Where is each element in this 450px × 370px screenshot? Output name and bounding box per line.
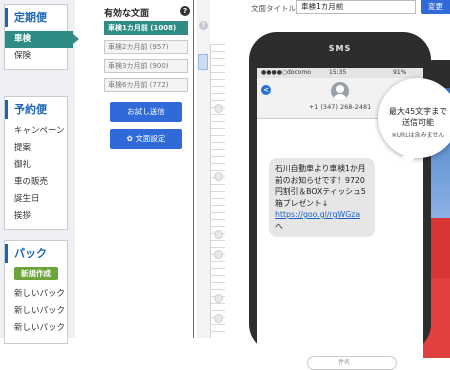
template-settings-button[interactable]: ✿ 文面設定 (110, 129, 182, 149)
avatar (331, 82, 349, 100)
template-item[interactable]: 車検2カ月前 (957) (104, 40, 188, 54)
regular-section: 定期便 車検 保険 (4, 4, 79, 70)
message-link[interactable]: https://goo.gl/rgWGza (275, 210, 360, 219)
pack-section-title: パック (5, 244, 67, 263)
template-settings-label: 文面設定 (135, 134, 166, 143)
ruler-marker (214, 314, 223, 323)
sidebar-item-campaign[interactable]: キャンペーン (5, 123, 67, 140)
reservation-section-title: 予約便 (5, 100, 67, 119)
message-text: 石川自動車より車検1か月前のお知らせです！9720円割引＆BOXティッシュ5箱プ… (275, 164, 366, 208)
template-item[interactable]: 車検6カ月前 (772) (104, 78, 188, 92)
char-limit-tooltip: 最大45文字まで 送信可能 ※URLは含みません (378, 78, 450, 165)
message-input[interactable]: 件名 (307, 356, 397, 370)
carrier-label: docomo (287, 69, 311, 76)
regular-section-title: 定期便 (5, 8, 67, 27)
sidebar-item-birthday[interactable]: 誕生日 (5, 191, 67, 208)
change-button[interactable]: 変更 (421, 0, 450, 14)
title-label: 文面タイトル (251, 4, 296, 13)
left-sidebar: 定期便 車検 保険 予約便 キャンペーン 提案 御礼 車の販売 誕生日 挨拶 パ… (0, 0, 79, 344)
status-bar: ●●●●○ docomo 15:35 91% (257, 68, 423, 78)
pack-section: パック 新規作成 新しいパック 新しいパック 新しいパック (4, 240, 68, 344)
new-pack-button[interactable]: 新規作成 (14, 267, 58, 280)
ruler-marker (214, 104, 223, 113)
sidebar-item-pack[interactable]: 新しいパック (5, 320, 67, 337)
sidebar-item-pack[interactable]: 新しいパック (5, 303, 67, 320)
sidebar-item-greeting[interactable]: 挨拶 (5, 208, 67, 225)
panel-handle[interactable] (198, 54, 208, 70)
test-send-button[interactable]: お試し送信 (110, 102, 182, 122)
ruler (210, 44, 225, 338)
reservation-section: 予約便 キャンペーン 提案 御礼 車の販売 誕生日 挨拶 (4, 96, 68, 230)
tooltip-line2: 送信可能 (402, 118, 434, 127)
message-suffix: へ (275, 221, 283, 231)
template-item-selected[interactable]: 車検1カ月前 (1008) (104, 21, 188, 35)
sidebar-item-thanks[interactable]: 御礼 (5, 157, 67, 174)
ruler-marker (214, 172, 223, 181)
title-input[interactable]: 車検1カ月前 (296, 0, 416, 14)
help-icon[interactable]: ? (199, 21, 208, 30)
signal-icon: ●●●●○ (261, 69, 288, 76)
help-icon[interactable]: ? (180, 6, 190, 16)
template-panel: 有効な文面 ? 車検1カ月前 (1008) 車検2カ月前 (957) 車検3カ月… (97, 0, 194, 338)
battery-level: 91% (393, 69, 407, 76)
tooltip-note: ※URLは含みません (391, 132, 445, 139)
ruler-marker (214, 230, 223, 239)
sidebar-item-shaken[interactable]: 車検 (5, 31, 79, 48)
back-icon[interactable]: < (261, 85, 271, 95)
phone-label: SMS (328, 44, 352, 53)
clock: 15:35 (329, 69, 347, 76)
ruler-marker (214, 294, 223, 303)
message-bubble: 石川自動車より車検1か月前のお知らせです！9720円割引＆BOXティッシュ5箱プ… (269, 158, 375, 237)
sidebar-item-insurance[interactable]: 保険 (5, 48, 67, 65)
template-panel-title: 有効な文面 (104, 9, 150, 19)
divider-strip: ? (197, 0, 210, 338)
sidebar-item-car-sales[interactable]: 車の販売 (5, 174, 67, 191)
tooltip-line1: 最大45文字まで (388, 107, 448, 116)
template-item[interactable]: 車検3カ月前 (900) (104, 59, 188, 73)
sidebar-item-pack[interactable]: 新しいパック (5, 286, 67, 303)
gear-icon: ✿ (126, 134, 133, 143)
sidebar-item-proposal[interactable]: 提案 (5, 140, 67, 157)
ruler-marker (214, 250, 223, 259)
